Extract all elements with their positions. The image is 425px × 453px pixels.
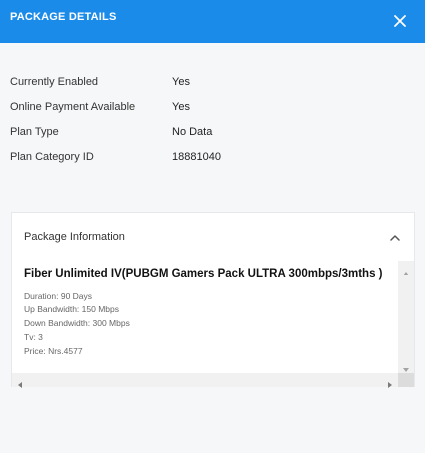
package-up-bandwidth: Up Bandwidth: 150 Mbps	[24, 304, 119, 314]
close-button[interactable]	[389, 10, 411, 32]
vertical-scrollbar[interactable]	[398, 261, 414, 373]
package-duration: Duration: 90 Days	[24, 291, 93, 301]
modal-title: PACKAGE DETAILS	[10, 11, 117, 23]
detail-row-online-payment: Online Payment Available Yes	[10, 101, 410, 126]
package-information-panel: Package Information Fiber Unlimited IV(P…	[11, 212, 415, 388]
modal-header: PACKAGE DETAILS	[0, 0, 425, 43]
package-tv: Tv: 3	[24, 332, 43, 342]
vertical-scroll-thumb[interactable]	[400, 275, 412, 359]
detail-label: Online Payment Available	[10, 101, 136, 113]
package-down-bandwidth: Down Bandwidth: 300 Mbps	[24, 318, 130, 328]
chevron-up-icon[interactable]	[388, 231, 402, 243]
close-icon	[394, 15, 406, 27]
detail-label: Currently Enabled	[10, 76, 99, 88]
detail-value: 18881040	[172, 151, 221, 163]
detail-row-plan-category-id: Plan Category ID 18881040	[10, 151, 410, 176]
scroll-up-arrow-icon[interactable]	[402, 265, 410, 276]
scroll-left-arrow-icon[interactable]	[16, 376, 24, 388]
horizontal-scroll-thumb[interactable]	[26, 375, 384, 385]
package-name: Fiber Unlimited IV(PUBGM Gamers Pack ULT…	[24, 268, 383, 280]
scrollbar-corner	[398, 373, 414, 387]
detail-value: No Data	[172, 126, 213, 138]
details-list: Currently Enabled Yes Online Payment Ava…	[10, 76, 410, 176]
scroll-right-arrow-icon[interactable]	[386, 376, 394, 388]
panel-header[interactable]: Package Information	[12, 213, 414, 261]
detail-row-currently-enabled: Currently Enabled Yes	[10, 76, 410, 101]
detail-value: Yes	[172, 101, 190, 113]
detail-value: Yes	[172, 76, 190, 88]
detail-row-plan-type: Plan Type No Data	[10, 126, 410, 151]
detail-label: Plan Type	[10, 126, 59, 138]
package-price: Price: Nrs.4577	[24, 346, 83, 356]
scroll-down-arrow-icon[interactable]	[402, 361, 410, 372]
package-content-scroll-area[interactable]: Fiber Unlimited IV(PUBGM Gamers Pack ULT…	[12, 261, 398, 373]
horizontal-scrollbar[interactable]	[12, 373, 398, 388]
detail-label: Plan Category ID	[10, 151, 94, 163]
panel-title: Package Information	[24, 231, 125, 243]
